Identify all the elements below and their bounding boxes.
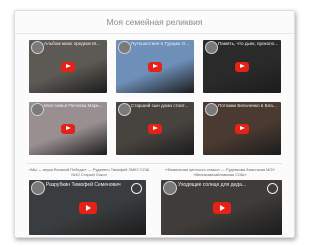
play-icon[interactable] xyxy=(61,123,75,134)
video-title: Разрубкин Тимофей Семенович xyxy=(46,182,121,188)
channel-avatar xyxy=(31,103,44,116)
watch-later-icon[interactable] xyxy=(267,183,278,194)
video-thumbnail-5[interactable]: Старший сын дома стоит... xyxy=(116,102,194,155)
video-caption-left: «Мы — внуки Великой Победы» — Рудкевич Т… xyxy=(28,167,150,177)
video-thumbnail-4[interactable]: Моя семья Пепкова Марк... xyxy=(29,102,107,155)
play-icon[interactable] xyxy=(148,61,162,72)
video-thumbnail-3[interactable]: Память, что дьяк, прокопо... xyxy=(203,40,281,93)
channel-avatar xyxy=(163,181,177,195)
play-icon[interactable] xyxy=(61,61,75,72)
video-thumbnail-7[interactable]: Разрубкин Тимофей Семенович xyxy=(29,180,146,235)
play-icon[interactable] xyxy=(235,123,249,134)
play-icon[interactable] xyxy=(78,201,97,214)
section-divider xyxy=(27,163,282,164)
video-title: Альбом моих предков М... xyxy=(44,41,100,46)
video-thumbnail-2[interactable]: Путешествие в Турцию О... xyxy=(116,40,194,93)
channel-avatar xyxy=(31,181,45,195)
video-thumbnail-8[interactable]: Уходящие солнце для деда... xyxy=(161,180,282,235)
video-title: Старший сын дома стоит... xyxy=(131,103,189,108)
play-icon[interactable] xyxy=(212,201,231,214)
video-title: Память, что дьяк, прокопо... xyxy=(218,41,278,46)
video-caption-right: «Фамильная ценность семьи» — Рудникова А… xyxy=(165,167,275,177)
channel-avatar xyxy=(31,41,44,54)
video-title: Моя семья Пепкова Марк... xyxy=(44,103,103,108)
watch-later-icon[interactable] xyxy=(131,183,142,194)
channel-avatar xyxy=(205,103,218,116)
channel-avatar xyxy=(118,103,131,116)
video-thumbnail-6[interactable]: Потомки Бельченко в Бла... xyxy=(203,102,281,155)
video-thumbnail-1[interactable]: Альбом моих предков М... xyxy=(29,40,107,93)
video-title: Уходящие солнце для деда... xyxy=(178,182,247,188)
gallery-card: Моя семейная реликвия Альбом моих предко… xyxy=(14,10,295,238)
play-icon[interactable] xyxy=(235,61,249,72)
channel-avatar xyxy=(118,41,131,54)
channel-avatar xyxy=(205,41,218,54)
play-icon[interactable] xyxy=(148,123,162,134)
video-title: Путешествие в Турцию О... xyxy=(131,41,190,46)
gallery-title: Моя семейная реликвия xyxy=(15,11,294,34)
video-title: Потомки Бельченко в Бла... xyxy=(218,103,277,108)
